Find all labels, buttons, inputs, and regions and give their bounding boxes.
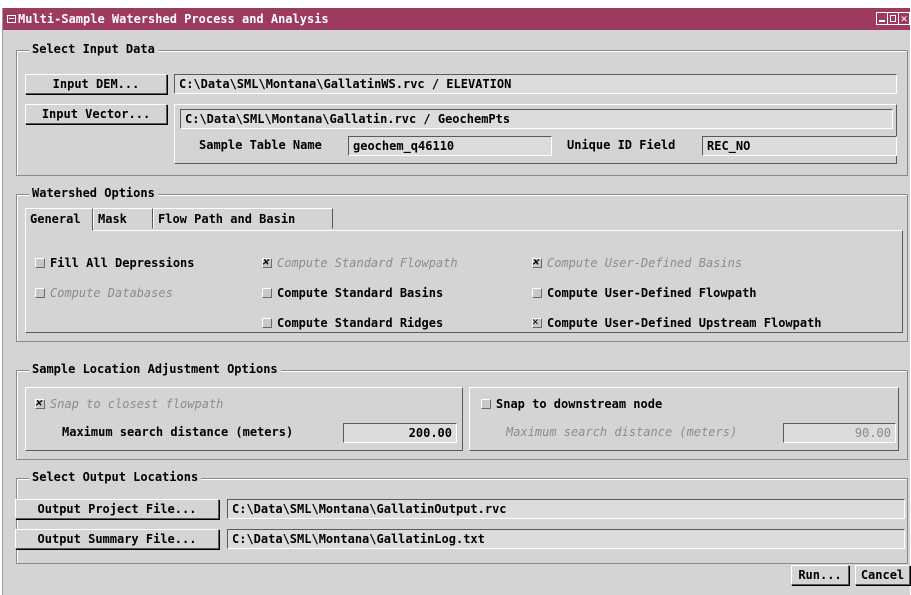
input-dem-button[interactable]: Input DEM...	[25, 74, 167, 94]
fill-depressions-checkbox[interactable]: Fill All Depressions	[35, 256, 195, 270]
unique-id-field[interactable]: REC_NO	[702, 136, 897, 156]
compute-std-basins-label: Compute Standard Basins	[277, 286, 444, 300]
run-button[interactable]: Run...	[791, 565, 849, 585]
input-vector-button[interactable]: Input Vector...	[25, 104, 167, 124]
sample-table-label: Sample Table Name	[199, 138, 322, 152]
compute-user-upstream-label: Compute User-Defined Upstream Flowpath	[547, 316, 822, 330]
output-project-field[interactable]: C:\Data\SML\Montana\GallatinOutput.rvc	[227, 499, 905, 519]
checkbox-box	[532, 255, 542, 268]
compute-user-basins-checkbox: Compute User-Defined Basins	[532, 255, 743, 270]
compute-user-flowpath-checkbox[interactable]: Compute User-Defined Flowpath	[532, 286, 757, 300]
input-data-group: Select Input Data Input DEM... C:\Data\S…	[16, 42, 908, 176]
output-summary-field[interactable]: C:\Data\SML\Montana\GallatinLog.txt	[227, 529, 905, 549]
compute-std-basins-checkbox[interactable]: Compute Standard Basins	[262, 286, 443, 300]
watershed-options-group: Watershed Options General Mask Flow Path…	[16, 186, 908, 342]
checkbox-box[interactable]	[35, 258, 45, 268]
snap-closest-label: Snap to closest flowpath	[50, 397, 224, 411]
compute-std-ridges-label: Compute Standard Ridges	[277, 316, 444, 330]
tab-general[interactable]: General	[25, 208, 93, 231]
snap-closest-checkbox: Snap to closest flowpath	[35, 396, 224, 411]
max-dist-right-field: 90.00	[783, 423, 896, 443]
output-project-button[interactable]: Output Project File...	[15, 499, 219, 519]
snap-downstream-checkbox[interactable]: Snap to downstream node	[481, 397, 662, 411]
checkbox-box[interactable]	[532, 288, 542, 298]
vector-path-field[interactable]: C:\Data\SML\Montana\Gallatin.rvc / Geoch…	[180, 109, 893, 129]
max-dist-left-label: Maximum search distance (meters)	[62, 425, 294, 439]
compute-user-upstream-checkbox[interactable]: Compute User-Defined Upstream Flowpath	[532, 315, 822, 330]
output-locations-group: Select Output Locations Output Project F…	[15, 470, 908, 564]
checkbox-box[interactable]	[481, 399, 491, 409]
watershed-options-legend: Watershed Options	[29, 186, 158, 200]
checkbox-box	[262, 255, 272, 268]
tab-mask[interactable]: Mask	[93, 208, 153, 229]
checkbox-box[interactable]	[262, 288, 272, 298]
checkbox-box	[35, 396, 45, 409]
window-title: Multi-Sample Watershed Process and Analy…	[18, 12, 329, 26]
cancel-button[interactable]: Cancel	[855, 565, 910, 585]
output-locations-legend: Select Output Locations	[29, 470, 202, 484]
unique-id-label: Unique ID Field	[567, 138, 676, 152]
compute-std-flowpath-checkbox: Compute Standard Flowpath	[262, 255, 458, 270]
max-dist-left-field[interactable]: 200.00	[343, 423, 457, 443]
compute-user-basins-label: Compute User-Defined Basins	[547, 256, 743, 270]
snap-downstream-label: Snap to downstream node	[496, 397, 663, 411]
tab-flow-path-and-basin[interactable]: Flow Path and Basin	[153, 208, 333, 229]
close-icon[interactable]: ✕	[898, 12, 910, 25]
window-menu-icon[interactable]	[7, 15, 16, 23]
fill-depressions-label: Fill All Depressions	[50, 256, 195, 270]
compute-databases-label: Compute Databases	[50, 286, 173, 300]
max-dist-right-label: Maximum search distance (meters)	[506, 425, 738, 439]
sample-location-group: Sample Location Adjustment Options Snap …	[16, 362, 908, 460]
sample-table-field[interactable]: geochem_q46110	[348, 136, 552, 156]
input-data-legend: Select Input Data	[29, 42, 158, 56]
checkbox-box[interactable]	[262, 318, 272, 328]
compute-std-flowpath-label: Compute Standard Flowpath	[277, 256, 458, 270]
checkbox-box	[35, 288, 45, 298]
title-bar[interactable]: Multi-Sample Watershed Process and Analy…	[3, 8, 910, 30]
output-summary-button[interactable]: Output Summary File...	[15, 529, 219, 549]
compute-user-flowpath-label: Compute User-Defined Flowpath	[547, 286, 757, 300]
dem-path-field[interactable]: C:\Data\SML\Montana\GallatinWS.rvc / ELE…	[174, 74, 897, 94]
compute-std-ridges-checkbox[interactable]: Compute Standard Ridges	[262, 316, 443, 330]
checkbox-box[interactable]	[532, 315, 542, 328]
sample-location-legend: Sample Location Adjustment Options	[29, 362, 281, 376]
compute-databases-checkbox: Compute Databases	[35, 286, 173, 300]
dialog-window: Multi-Sample Watershed Process and Analy…	[2, 8, 910, 595]
